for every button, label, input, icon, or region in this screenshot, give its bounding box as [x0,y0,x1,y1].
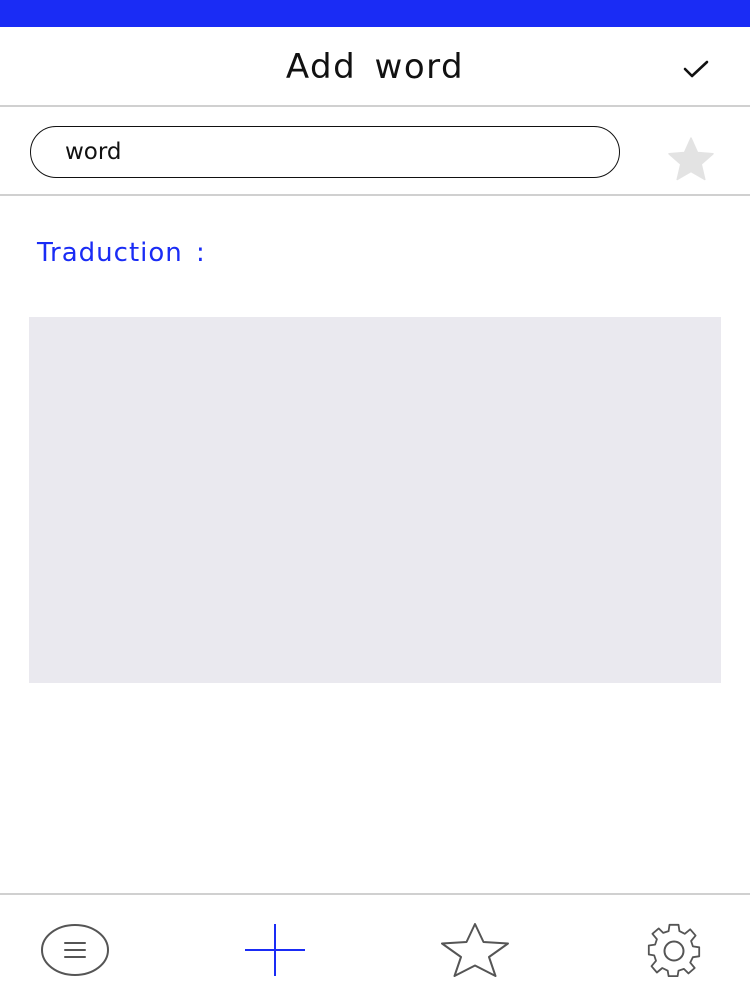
gear-icon [647,923,701,978]
tab-word-list[interactable] [35,915,115,985]
tab-settings[interactable] [634,915,714,985]
bottom-tab-bar [0,893,750,1000]
page-title: Add word [285,47,465,87]
translation-label: Traduction : [37,238,206,268]
star-outline-icon [441,923,509,977]
header: Add word [0,27,750,107]
tab-add-word[interactable] [235,915,315,985]
confirm-button[interactable] [676,49,716,89]
status-bar [0,0,750,27]
word-entry-row [0,107,750,196]
checkmark-icon [683,60,709,78]
list-icon [41,924,109,976]
add-word-screen: Add word Traduction : [0,0,750,1000]
favorite-toggle[interactable] [664,134,718,184]
plus-icon [245,924,305,976]
star-filled-icon [668,137,714,181]
word-input[interactable] [30,126,620,178]
translation-text-area[interactable] [29,317,721,683]
tab-favorites[interactable] [435,915,515,985]
